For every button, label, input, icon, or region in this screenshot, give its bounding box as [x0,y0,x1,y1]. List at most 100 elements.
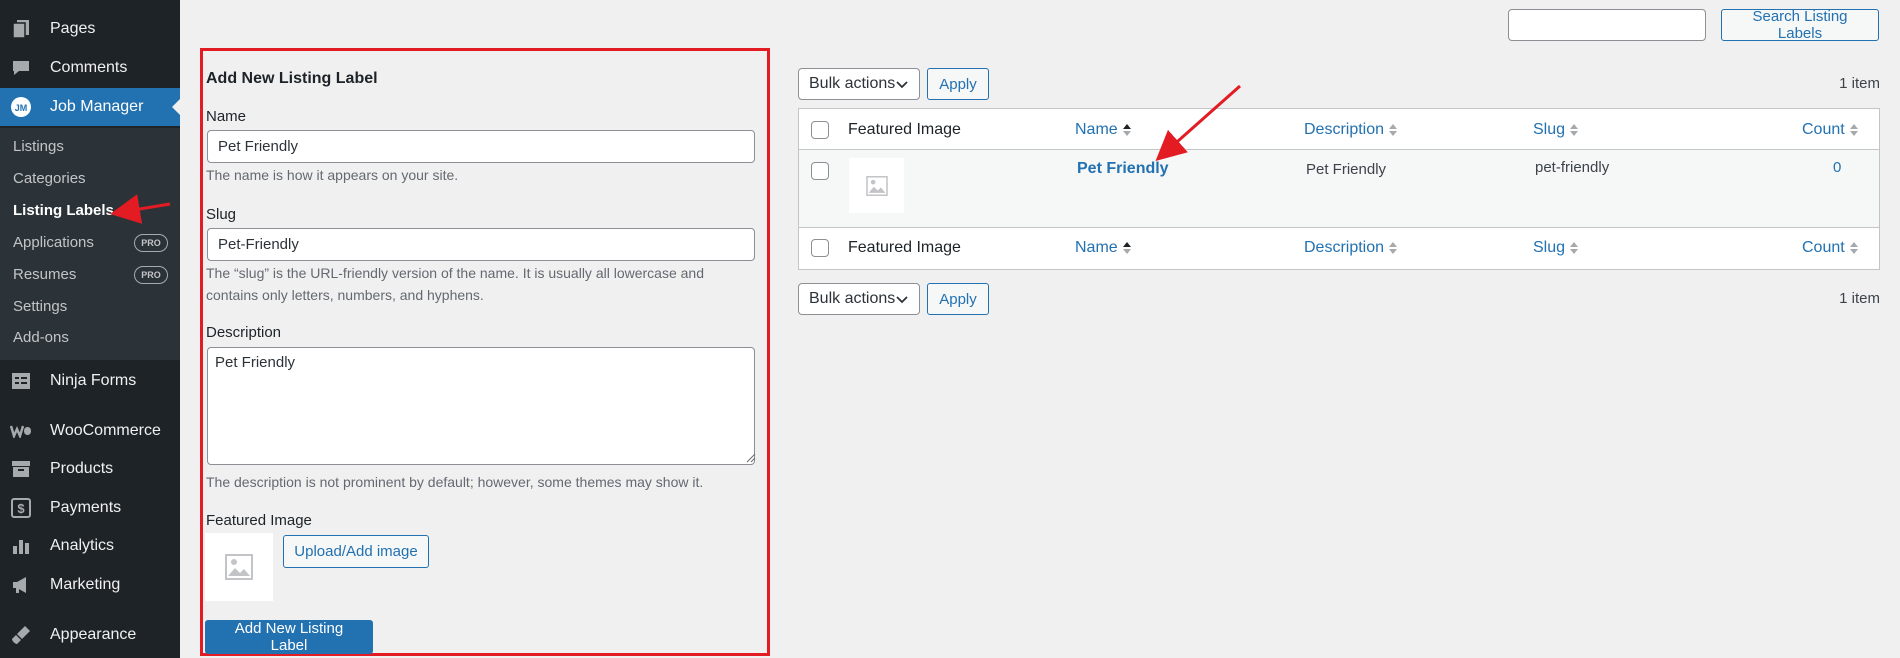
description-label: Description [206,324,282,341]
description-textarea[interactable]: Pet Friendly [207,347,755,465]
menu-appearance[interactable]: Appearance [0,616,180,654]
name-input[interactable] [207,130,755,163]
menu-analytics[interactable]: Analytics [0,527,180,565]
featured-image-preview [205,533,273,601]
slug-help-text: The “slug” is the URL-friendly version o… [206,265,704,303]
name-help-text: The name is how it appears on your site. [206,167,459,183]
search-listing-labels-button[interactable]: Search Listing Labels [1721,8,1879,42]
menu-ninja-forms[interactable]: Ninja Forms [0,362,180,400]
menu-label: Job Manager [50,98,144,115]
featured-image-label: Featured Image [206,512,312,529]
menu-label: WooCommerce [50,422,161,439]
search-input[interactable] [1508,9,1706,41]
column-count-sort-footer[interactable]: Count [1802,239,1859,257]
bulk-actions-value: Bulk actions [809,290,896,307]
admin-sidebar: Pages Comments JM Job Manager Listings C… [0,0,180,658]
ninja-forms-icon [10,370,32,392]
slug-input[interactable] [207,228,755,261]
menu-label: Pages [50,20,96,37]
items-count-top: 1 item [1839,75,1880,92]
payments-icon: $ [10,497,32,519]
submenu-listing-labels[interactable]: Listing Labels [13,198,168,224]
menu-payments[interactable]: $ Payments [0,489,180,527]
chevron-down-icon [896,296,908,304]
sort-icon [1389,241,1398,254]
analytics-icon [10,535,32,557]
pro-badge: PRO [134,266,168,284]
description-help-text: The description is not prominent by defa… [206,474,704,490]
row-description: Pet Friendly [1306,161,1387,178]
menu-label: Ninja Forms [50,372,137,389]
row-name-link[interactable]: Pet Friendly [1077,160,1169,178]
upload-add-image-button[interactable]: Upload/Add image [283,535,429,568]
submenu-resumes[interactable]: Resumes PRO [13,262,168,288]
image-placeholder-icon [865,175,888,196]
menu-label: Appearance [50,626,137,643]
table-row: Pet Friendly Pet Friendly pet-friendly 0 [799,150,1879,228]
row-count-link[interactable]: 0 [1833,159,1841,176]
table-footer-row: Featured Image Name Description Slug Cou… [799,228,1879,269]
form-title: Add New Listing Label [206,70,378,87]
products-icon [10,458,32,480]
appearance-icon [10,624,32,646]
job-manager-icon: JM [10,96,32,118]
column-name-sort[interactable]: Name [1075,121,1132,139]
sort-ascending-icon [1122,241,1131,254]
listing-labels-table: Featured Image Name Description Slug Cou… [798,108,1880,270]
menu-pages[interactable]: Pages [0,10,180,48]
menu-label: Payments [50,499,122,516]
column-description-sort[interactable]: Description [1304,121,1398,139]
resize-handle-icon[interactable] [746,453,756,463]
pages-icon [10,18,32,40]
apply-button-bottom[interactable]: Apply [927,283,989,315]
items-count-bottom: 1 item [1839,290,1880,307]
column-featured-image-footer: Featured Image [848,239,961,256]
select-all-checkbox-footer[interactable] [811,239,829,257]
menu-label: Products [50,460,114,477]
menu-products[interactable]: Products [0,450,180,488]
submenu-applications[interactable]: Applications PRO [13,230,168,256]
submenu-listings[interactable]: Listings [13,134,168,160]
svg-text:$: $ [17,501,25,516]
row-slug: pet-friendly [1535,159,1610,176]
menu-label: Analytics [50,537,115,554]
sort-icon [1849,241,1858,254]
sort-icon [1389,123,1398,136]
column-featured-image: Featured Image [848,121,961,138]
comments-icon [10,57,32,79]
row-checkbox[interactable] [811,162,829,180]
menu-job-manager[interactable]: JM Job Manager [0,88,180,126]
column-slug-sort[interactable]: Slug [1533,121,1579,139]
add-new-listing-label-form: Add New Listing Label Name The name is h… [200,48,770,656]
submenu-settings[interactable]: Settings [13,294,168,320]
sort-ascending-icon [1122,123,1131,136]
submenu-add-ons[interactable]: Add-ons [13,325,168,351]
sort-icon [1570,123,1579,136]
apply-button-top[interactable]: Apply [927,68,989,100]
bulk-actions-select-top[interactable]: Bulk actions [798,68,920,100]
bulk-actions-select-bottom[interactable]: Bulk actions [798,283,920,315]
add-new-listing-label-button[interactable]: Add New Listing Label [205,620,373,654]
menu-label: Marketing [50,576,121,593]
pro-badge: PRO [134,234,168,252]
menu-comments[interactable]: Comments [0,49,180,87]
image-placeholder-icon [225,554,253,580]
menu-marketing[interactable]: Marketing [0,566,180,604]
job-manager-submenu: Listings Categories Listing Labels Appli… [0,128,180,360]
column-name-sort-footer[interactable]: Name [1075,239,1132,257]
menu-woocommerce[interactable]: WooCommerce [0,412,180,450]
sort-icon [1570,241,1579,254]
submenu-categories[interactable]: Categories [13,166,168,192]
woocommerce-icon [10,420,32,442]
column-description-sort-footer[interactable]: Description [1304,239,1398,257]
column-count-sort[interactable]: Count [1802,121,1859,139]
slug-label: Slug [206,206,237,223]
select-all-checkbox[interactable] [811,121,829,139]
row-featured-image [849,158,904,213]
name-label: Name [206,108,247,125]
table-header-row: Featured Image Name Description Slug Cou… [799,109,1879,150]
column-slug-sort-footer[interactable]: Slug [1533,239,1579,257]
marketing-icon [10,574,32,596]
bulk-actions-value: Bulk actions [809,75,896,92]
chevron-down-icon [896,81,908,89]
